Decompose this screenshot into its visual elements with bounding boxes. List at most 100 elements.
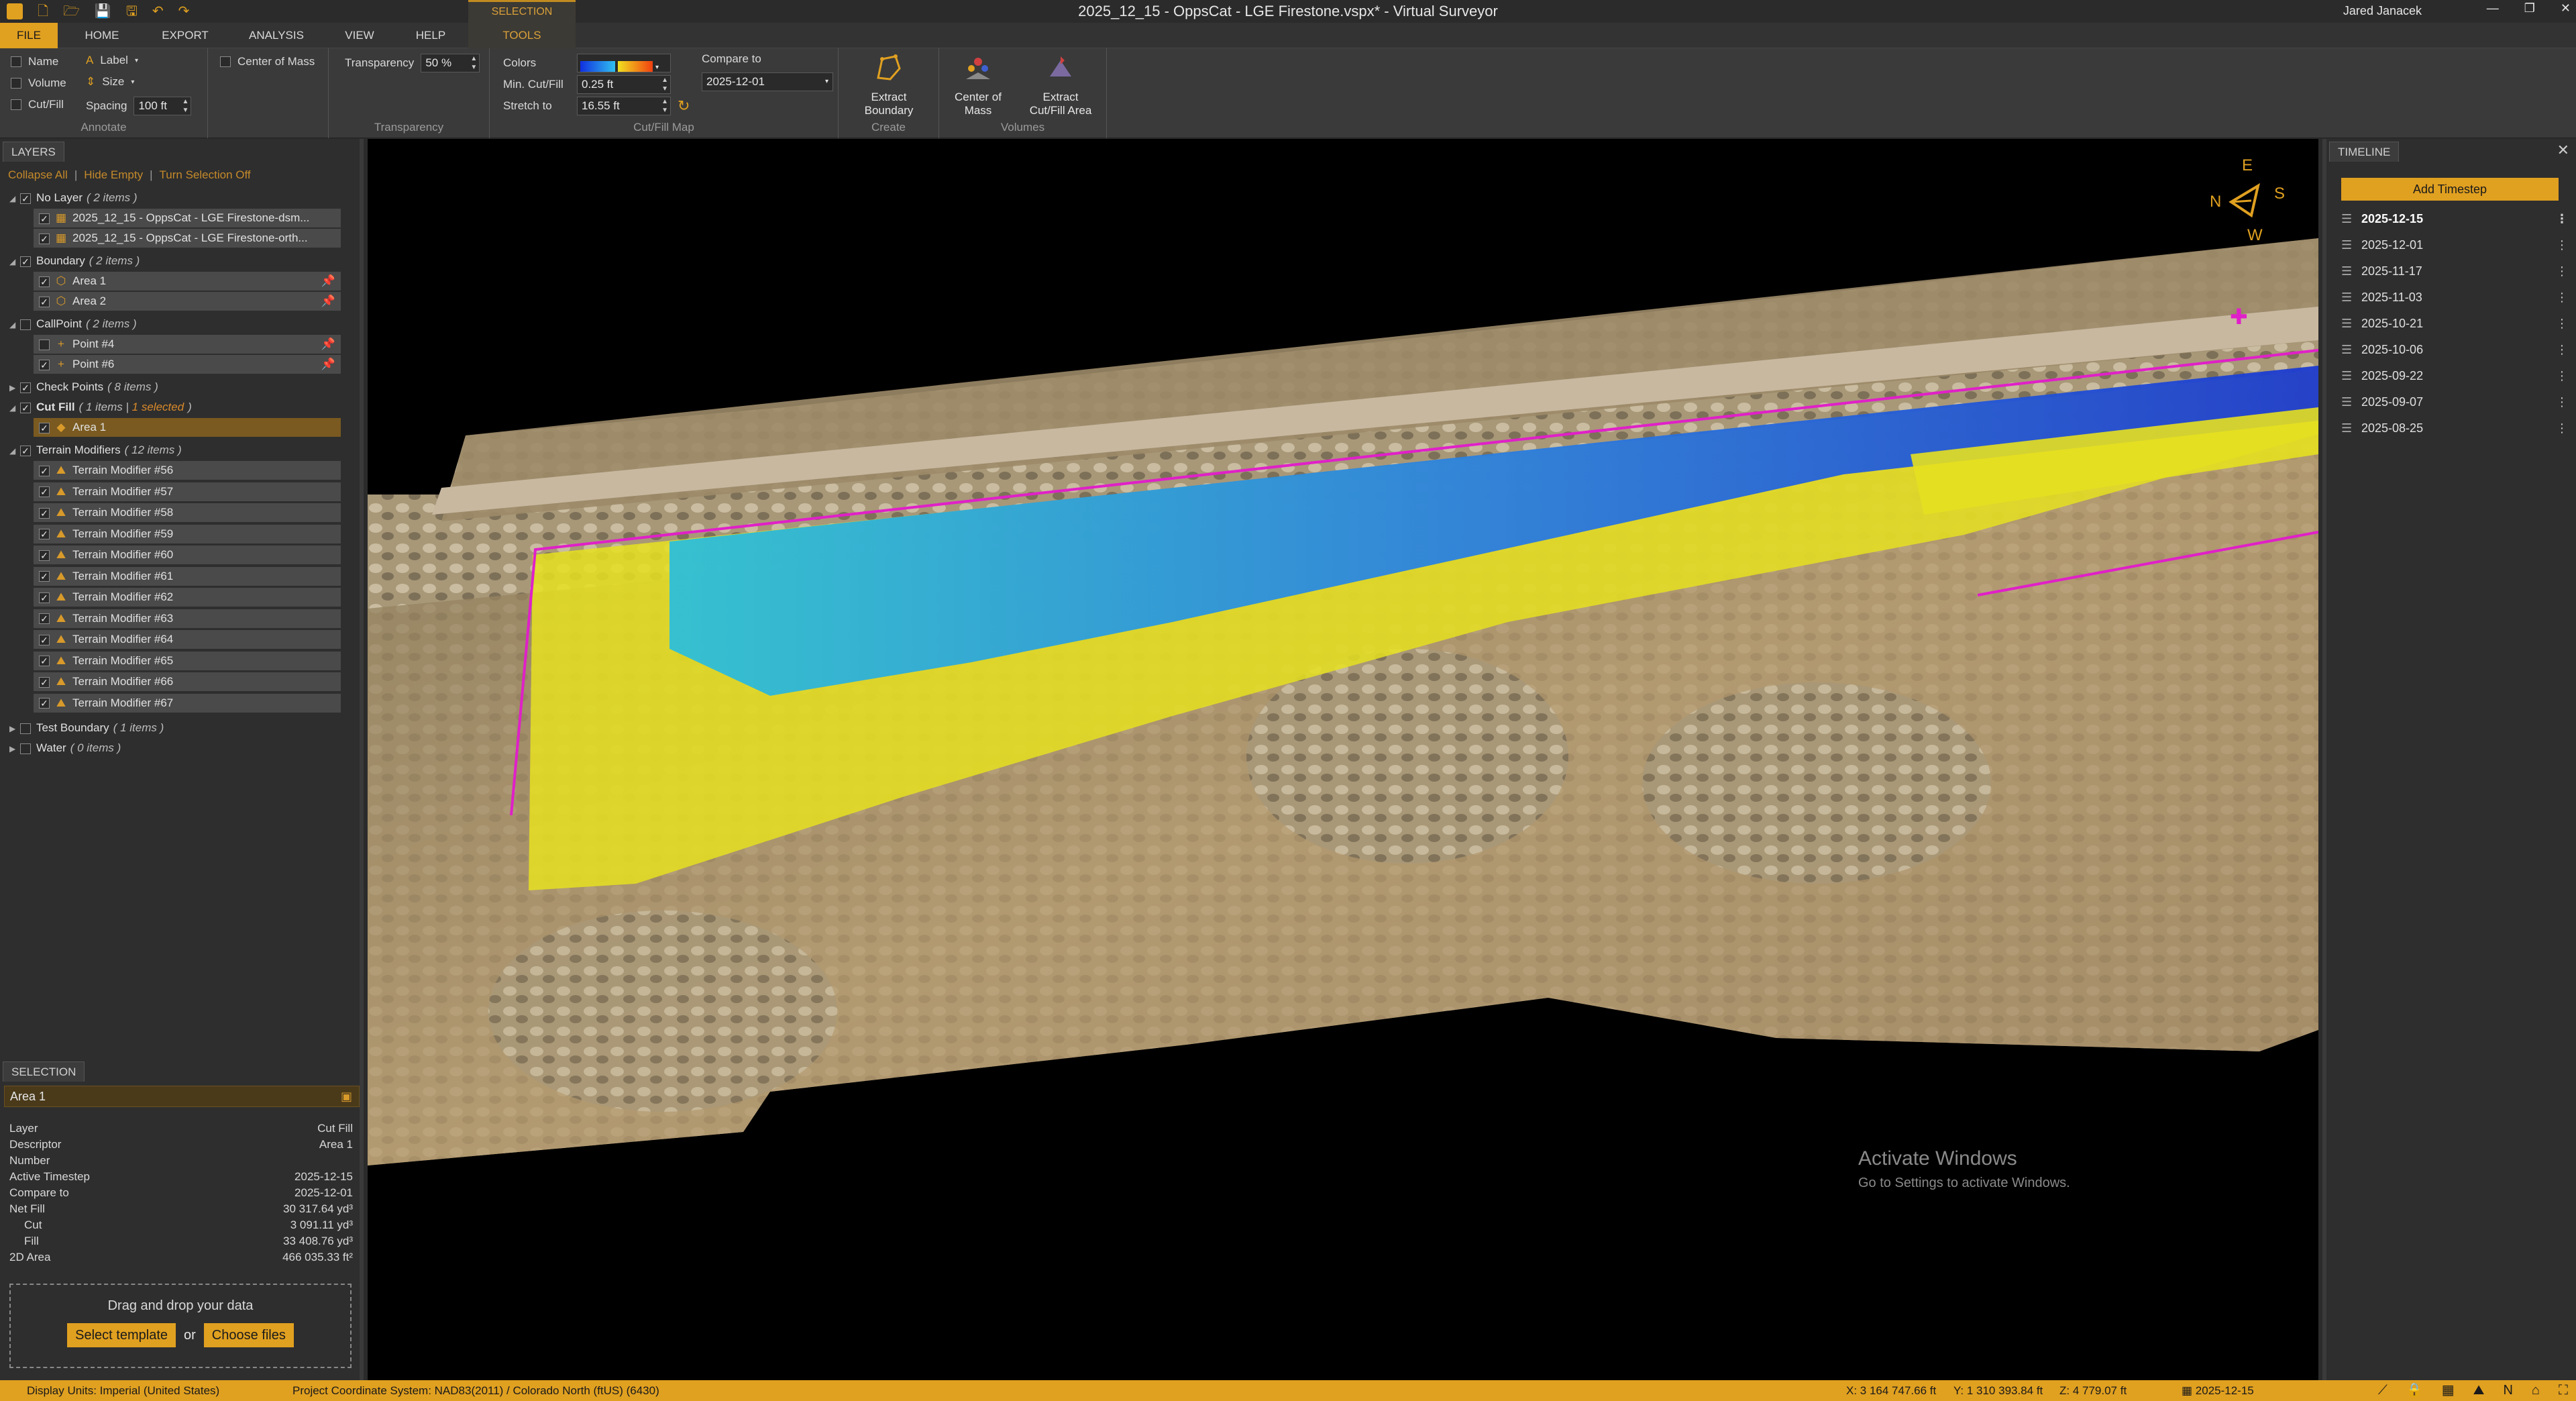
layer-item-checkbox[interactable] bbox=[39, 339, 50, 350]
tab-help[interactable]: HELP bbox=[412, 23, 449, 48]
layer-group-callpoint[interactable]: ◢ CallPoint( 2 items ) bbox=[9, 315, 137, 333]
expand-arrow-icon[interactable]: ▶ bbox=[9, 378, 20, 397]
fullscreen-icon[interactable]: ⛶ bbox=[2559, 1380, 2568, 1401]
layer-item-checkbox[interactable] bbox=[39, 296, 50, 307]
transparency-input[interactable]: 50 % ▲ ▼ bbox=[421, 54, 480, 72]
layer-checkbox[interactable] bbox=[20, 445, 31, 456]
layer-item[interactable]: ⛰ Terrain Modifier #56 bbox=[34, 461, 341, 480]
extract-boundary-button[interactable]: Extract Boundary bbox=[845, 52, 932, 117]
timestep-row[interactable]: ☰ 2025-11-03 ⋮ bbox=[2340, 284, 2568, 311]
3d-viewport[interactable]: ✚ E N S W bbox=[368, 139, 2318, 1380]
drag-handle-icon[interactable]: ☰ bbox=[2341, 337, 2352, 363]
layer-item-selected[interactable]: ◆ Area 1 bbox=[34, 418, 341, 437]
collapse-arrow-icon[interactable]: ◢ bbox=[9, 442, 20, 460]
layer-item-checkbox[interactable] bbox=[39, 656, 50, 667]
collapse-arrow-icon[interactable]: ◢ bbox=[9, 189, 20, 208]
pin-icon[interactable]: 📌 bbox=[321, 292, 335, 311]
active-date[interactable]: ▦ 2025-12-15 bbox=[2182, 1380, 2254, 1401]
more-options-icon[interactable]: ⋮ bbox=[2556, 311, 2568, 337]
selection-tab[interactable]: SELECTION bbox=[3, 1061, 85, 1082]
drag-handle-icon[interactable]: ☰ bbox=[2341, 311, 2352, 337]
layer-group-nolayer[interactable]: ◢ No Layer( 2 items ) bbox=[9, 189, 138, 207]
terrain-scene[interactable]: ✚ bbox=[368, 139, 2318, 1380]
layer-group-cutfill[interactable]: ◢ Cut Fill( 1 items | 1 selected) bbox=[9, 398, 192, 417]
restore-icon[interactable]: ❐ bbox=[2524, 1, 2535, 15]
tab-view[interactable]: VIEW bbox=[341, 23, 378, 48]
timestep-row[interactable]: ☰ 2025-10-21 ⋮ bbox=[2340, 311, 2568, 337]
choose-files-button[interactable]: Choose files bbox=[203, 1323, 294, 1347]
layer-item-checkbox[interactable] bbox=[39, 676, 50, 688]
more-options-icon[interactable]: ⋮ bbox=[2556, 258, 2568, 284]
more-options-icon[interactable]: ⋮ bbox=[2556, 337, 2568, 363]
timestep-row[interactable]: ☰ 2025-09-22 ⋮ bbox=[2340, 363, 2568, 389]
layer-item[interactable]: + Point #6 📌 bbox=[34, 355, 341, 374]
tab-analysis[interactable]: ANALYSIS bbox=[244, 23, 309, 48]
layer-item[interactable]: ⛰ Terrain Modifier #57 bbox=[34, 482, 341, 501]
min-cutfill-input[interactable]: 0.25 ft ▲ ▼ bbox=[577, 75, 671, 94]
expand-arrow-icon[interactable]: ▶ bbox=[9, 719, 20, 738]
volume-checkbox[interactable] bbox=[11, 78, 21, 89]
drag-handle-icon[interactable]: ☰ bbox=[2341, 206, 2352, 232]
tab-file[interactable]: FILE bbox=[0, 23, 58, 48]
layer-item[interactable]: ▦ 2025_12_15 - OppsCat - LGE Firestone-ds… bbox=[34, 209, 341, 227]
layer-item[interactable]: ⛰ Terrain Modifier #64 bbox=[34, 630, 341, 649]
layer-checkbox[interactable] bbox=[20, 723, 31, 734]
layer-group-checkpoints[interactable]: ▶ Check Points( 8 items ) bbox=[9, 378, 158, 397]
layer-checkbox[interactable] bbox=[20, 382, 31, 393]
more-options-icon[interactable]: ⋮ bbox=[2556, 363, 2568, 389]
tab-home[interactable]: HOME bbox=[78, 23, 126, 48]
layer-item[interactable]: + Point #4 📌 bbox=[34, 335, 341, 354]
data-dropzone[interactable]: Drag and drop your data Select template … bbox=[9, 1284, 352, 1368]
layer-item[interactable]: ⛰ Terrain Modifier #65 bbox=[34, 651, 341, 670]
layer-item-checkbox[interactable] bbox=[39, 233, 50, 244]
name-option[interactable]: Name bbox=[11, 55, 58, 68]
center-of-mass-button[interactable]: Center of Mass bbox=[943, 52, 1013, 117]
profile-icon[interactable]: ⟋ bbox=[2378, 1380, 2387, 1401]
extract-cutfill-area-button[interactable]: Extract Cut/Fill Area bbox=[1017, 52, 1104, 117]
home-view-icon[interactable]: ⌂ bbox=[2532, 1380, 2540, 1401]
layer-item-checkbox[interactable] bbox=[39, 359, 50, 370]
layer-item-checkbox[interactable] bbox=[39, 465, 50, 476]
layer-item-checkbox[interactable] bbox=[39, 507, 50, 519]
lock-icon[interactable]: 🔒 bbox=[2406, 1380, 2423, 1401]
center-of-mass-option[interactable]: Center of Mass bbox=[220, 55, 315, 68]
drag-handle-icon[interactable]: ☰ bbox=[2341, 232, 2352, 258]
layer-item[interactable]: ⛰ Terrain Modifier #60 bbox=[34, 546, 341, 564]
tab-export[interactable]: EXPORT bbox=[158, 23, 212, 48]
layer-group-terrain-modifiers[interactable]: ◢ Terrain Modifiers( 12 items ) bbox=[9, 441, 182, 460]
drag-handle-icon[interactable]: ☰ bbox=[2341, 415, 2352, 442]
layer-checkbox[interactable] bbox=[20, 743, 31, 754]
timestep-row[interactable]: ☰ 2025-08-25 ⋮ bbox=[2340, 415, 2568, 442]
layer-item[interactable]: ⛰ Terrain Modifier #67 bbox=[34, 693, 341, 713]
drag-handle-icon[interactable]: ☰ bbox=[2341, 389, 2352, 415]
cutfill-object-icon[interactable]: ▣ bbox=[341, 1086, 352, 1106]
hide-empty-link[interactable]: Hide Empty bbox=[84, 168, 143, 181]
drag-handle-icon[interactable]: ☰ bbox=[2341, 284, 2352, 311]
minimize-icon[interactable]: — bbox=[2487, 1, 2499, 15]
user-name[interactable]: Jared Janacek bbox=[2343, 4, 2422, 18]
boundary-point-marker[interactable]: ✚ bbox=[2230, 304, 2248, 329]
layer-checkbox[interactable] bbox=[20, 319, 31, 330]
spinner-icon[interactable]: ▲ ▼ bbox=[470, 54, 477, 72]
turn-selection-off-link[interactable]: Turn Selection Off bbox=[160, 168, 251, 181]
layer-checkbox[interactable] bbox=[20, 256, 31, 267]
spacing-input[interactable]: 100 ft ▲ ▼ bbox=[133, 97, 192, 115]
stretch-input[interactable]: 16.55 ft ▲ ▼ bbox=[577, 97, 671, 115]
pin-icon[interactable]: 📌 bbox=[321, 355, 335, 374]
volume-option[interactable]: Volume bbox=[11, 76, 66, 90]
drag-handle-icon[interactable]: ☰ bbox=[2341, 258, 2352, 284]
layer-group-boundary[interactable]: ◢ Boundary ( 2 items ) bbox=[9, 252, 140, 270]
display-units[interactable]: Display Units: Imperial (United States) bbox=[27, 1380, 219, 1401]
layer-item[interactable]: ⬡ Area 2 📌 bbox=[34, 292, 341, 311]
layer-item-checkbox[interactable] bbox=[39, 613, 50, 625]
close-icon[interactable]: ✕ bbox=[2561, 1, 2571, 15]
north-icon[interactable]: N bbox=[2503, 1380, 2512, 1401]
layer-item[interactable]: ⛰ Terrain Modifier #66 bbox=[34, 672, 341, 691]
timestep-row[interactable]: ☰ 2025-09-07 ⋮ bbox=[2340, 389, 2568, 415]
coordinate-system[interactable]: Project Coordinate System: NAD83(2011) /… bbox=[292, 1380, 659, 1401]
layer-item-checkbox[interactable] bbox=[39, 571, 50, 582]
timestep-row[interactable]: ☰ 2025-12-15 ⋮ bbox=[2340, 206, 2568, 232]
compare-to-dropdown[interactable]: 2025-12-01 ▾ bbox=[702, 72, 833, 91]
expand-arrow-icon[interactable]: ▶ bbox=[9, 739, 20, 758]
layer-item[interactable]: ⛰ Terrain Modifier #58 bbox=[34, 503, 341, 522]
